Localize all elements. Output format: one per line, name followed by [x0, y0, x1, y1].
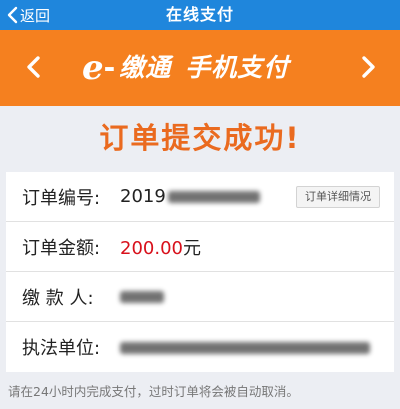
banner-next-button[interactable]	[354, 52, 384, 82]
order-info-card: 订单编号: 2019 订单详细情况 订单金额: 200.00元 缴 款 人: 执…	[6, 172, 394, 372]
redacted-text	[120, 341, 370, 354]
logo-brand: 缴通	[119, 53, 172, 82]
payer-label: 缴 款 人:	[22, 287, 94, 309]
enforcement-unit-label: 执法单位:	[22, 338, 101, 359]
order-number-value: 2019	[120, 186, 260, 207]
success-message: 订单提交成功!	[99, 121, 301, 155]
payer-value	[120, 286, 164, 307]
chevron-right-icon	[362, 56, 375, 78]
order-amount-row: 订单金额: 200.00元	[6, 222, 394, 272]
order-number-row: 订单编号: 2019 订单详细情况	[6, 172, 394, 222]
logo-subtitle: 手机支付	[185, 53, 290, 82]
page-title: 在线支付	[165, 5, 234, 24]
enforcement-unit-row: 执法单位:	[6, 322, 394, 372]
logo-e: e	[82, 48, 104, 88]
redacted-text	[120, 291, 164, 303]
payment-banner: e - 缴通 手机支付	[0, 30, 400, 106]
enforcement-unit-value	[120, 337, 370, 358]
redacted-text	[167, 191, 260, 203]
chevron-left-icon	[27, 56, 40, 78]
banner-prev-button[interactable]	[18, 52, 48, 82]
logo-dash: -	[103, 51, 116, 84]
payer-row: 缴 款 人:	[6, 272, 394, 322]
order-amount-value: 200.00元	[120, 237, 201, 259]
order-amount-label: 订单金额:	[22, 237, 101, 259]
top-navbar: 返回 在线支付	[0, 0, 400, 30]
payment-timeout-note: 请在24小时内完成支付，过时订单将会被自动取消。	[8, 384, 299, 399]
e-jiaotong-logo: e - 缴通 手机支付	[82, 48, 289, 88]
order-detail-button[interactable]: 订单详细情况	[296, 186, 380, 208]
order-number-label: 订单编号:	[22, 187, 101, 209]
